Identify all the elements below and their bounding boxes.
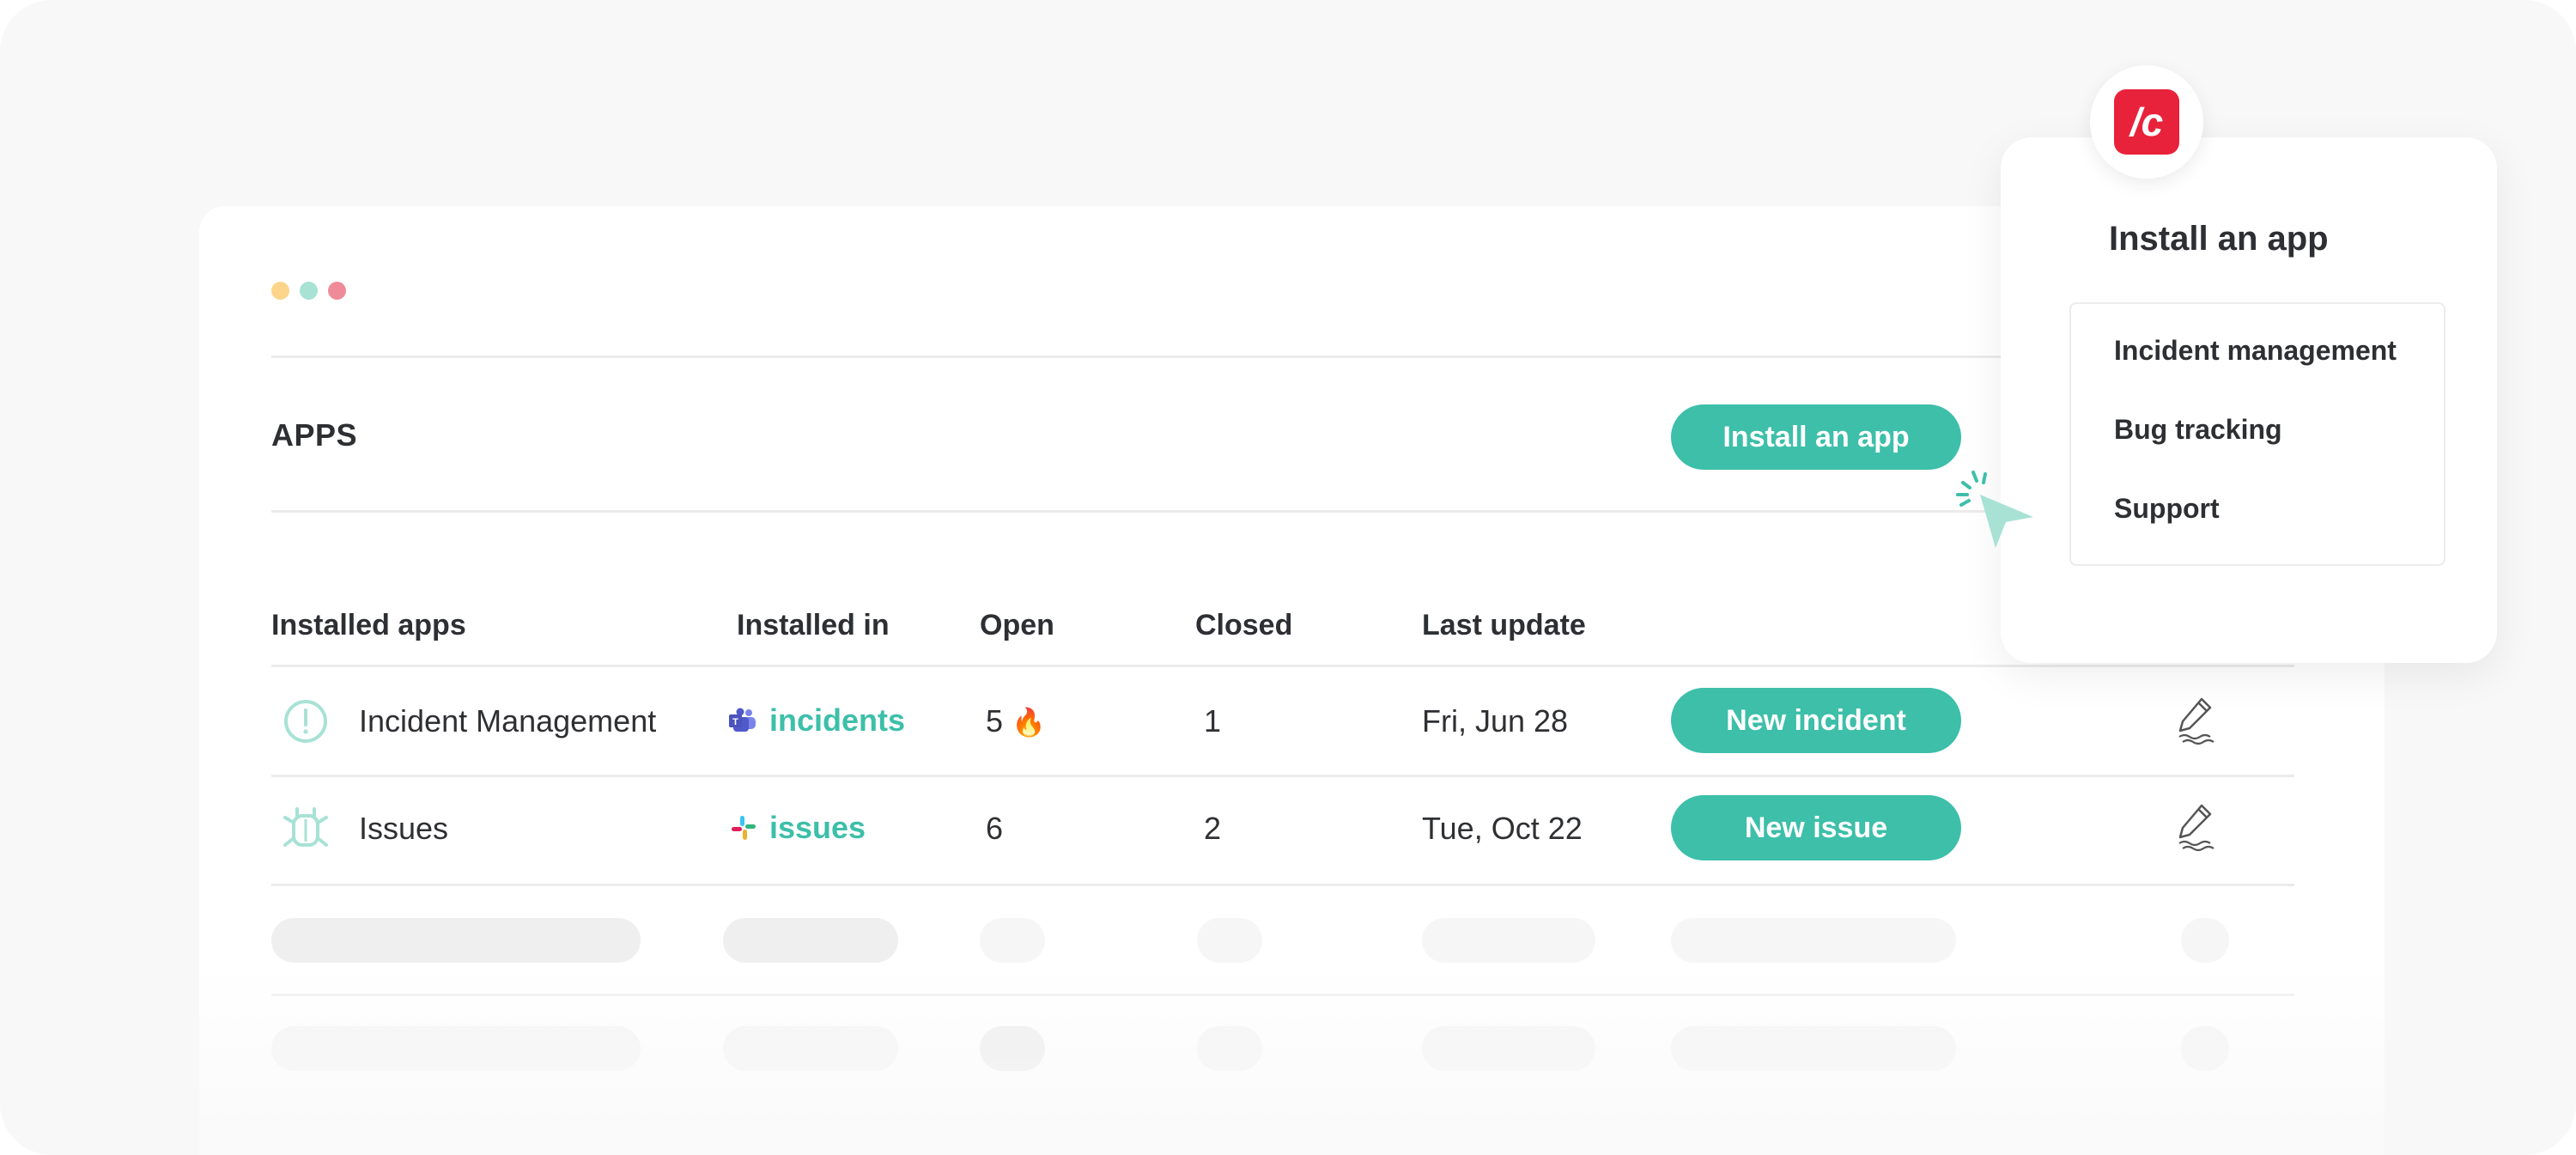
svg-text:T: T	[732, 717, 738, 727]
skeleton-bar	[1422, 1026, 1595, 1071]
skeleton-bar	[980, 1026, 1045, 1071]
column-header-last-update[interactable]: Last update	[1422, 609, 1586, 642]
fire-icon: 🔥	[1012, 707, 1046, 738]
pencil-icon[interactable]	[2176, 696, 2217, 745]
slack-icon	[732, 816, 756, 840]
closed-count: 1	[1204, 703, 1222, 739]
skeleton-bar	[1671, 918, 1956, 963]
skeleton-bar	[1422, 918, 1595, 963]
close-dot[interactable]	[328, 282, 346, 300]
skeleton-bar	[271, 918, 641, 963]
pencil-icon[interactable]	[2176, 802, 2217, 852]
skeleton-bar	[1197, 1026, 1262, 1071]
row-divider	[271, 665, 2294, 667]
alert-circle-icon	[284, 700, 327, 743]
channel-link[interactable]: issues	[769, 810, 866, 846]
bug-icon	[283, 807, 328, 847]
section-title: APPS	[271, 417, 358, 453]
skeleton-bar	[1671, 1026, 1956, 1071]
channel-link[interactable]: incidents	[769, 702, 905, 739]
menu-item-bug-tracking[interactable]: Bug tracking	[2114, 414, 2282, 446]
skeleton-bar	[723, 918, 898, 963]
maximize-dot[interactable]	[300, 282, 318, 300]
app-name[interactable]: Issues	[359, 811, 448, 847]
row-divider	[271, 884, 2294, 886]
open-count: 6	[986, 811, 1004, 846]
new-incident-button[interactable]: New incident	[1671, 688, 1961, 753]
teams-icon: T	[729, 708, 756, 732]
app-name[interactable]: Incident Management	[359, 703, 656, 739]
closed-count: 2	[1204, 811, 1222, 846]
new-issue-button[interactable]: New issue	[1671, 795, 1961, 860]
skeleton-bar	[271, 1026, 641, 1071]
skeleton-bar	[2181, 918, 2229, 963]
brand-logo-icon: /c	[2114, 89, 2179, 155]
open-count: 5 🔥	[986, 703, 1046, 739]
install-app-button[interactable]: Install an app	[1671, 404, 1961, 470]
page-background: APPS Install an app Installed apps Insta…	[0, 0, 2576, 1155]
popup-title: Install an app	[2109, 220, 2329, 258]
app-logo-badge: /c	[2090, 65, 2203, 179]
app-type-menu: Incident management Bug tracking Support	[2069, 302, 2445, 566]
last-update: Tue, Oct 22	[1422, 811, 1583, 846]
window-controls	[271, 282, 346, 300]
column-header-closed[interactable]: Closed	[1195, 609, 1292, 642]
row-divider	[271, 994, 2294, 996]
menu-item-incident-management[interactable]: Incident management	[2114, 335, 2397, 367]
column-header-open[interactable]: Open	[980, 609, 1054, 642]
menu-item-support[interactable]: Support	[2114, 493, 2220, 525]
last-update: Fri, Jun 28	[1422, 703, 1569, 739]
skeleton-bar	[1197, 918, 1262, 963]
row-divider	[271, 775, 2294, 777]
column-header-installed-in[interactable]: Installed in	[737, 609, 890, 642]
minimize-dot[interactable]	[271, 282, 289, 300]
skeleton-bar	[2181, 1026, 2229, 1071]
column-header-installed-apps[interactable]: Installed apps	[271, 609, 466, 642]
cursor-click-icon	[1956, 471, 2033, 548]
skeleton-bar	[980, 918, 1045, 963]
skeleton-bar	[723, 1026, 898, 1071]
open-count-value: 5	[986, 703, 1004, 739]
